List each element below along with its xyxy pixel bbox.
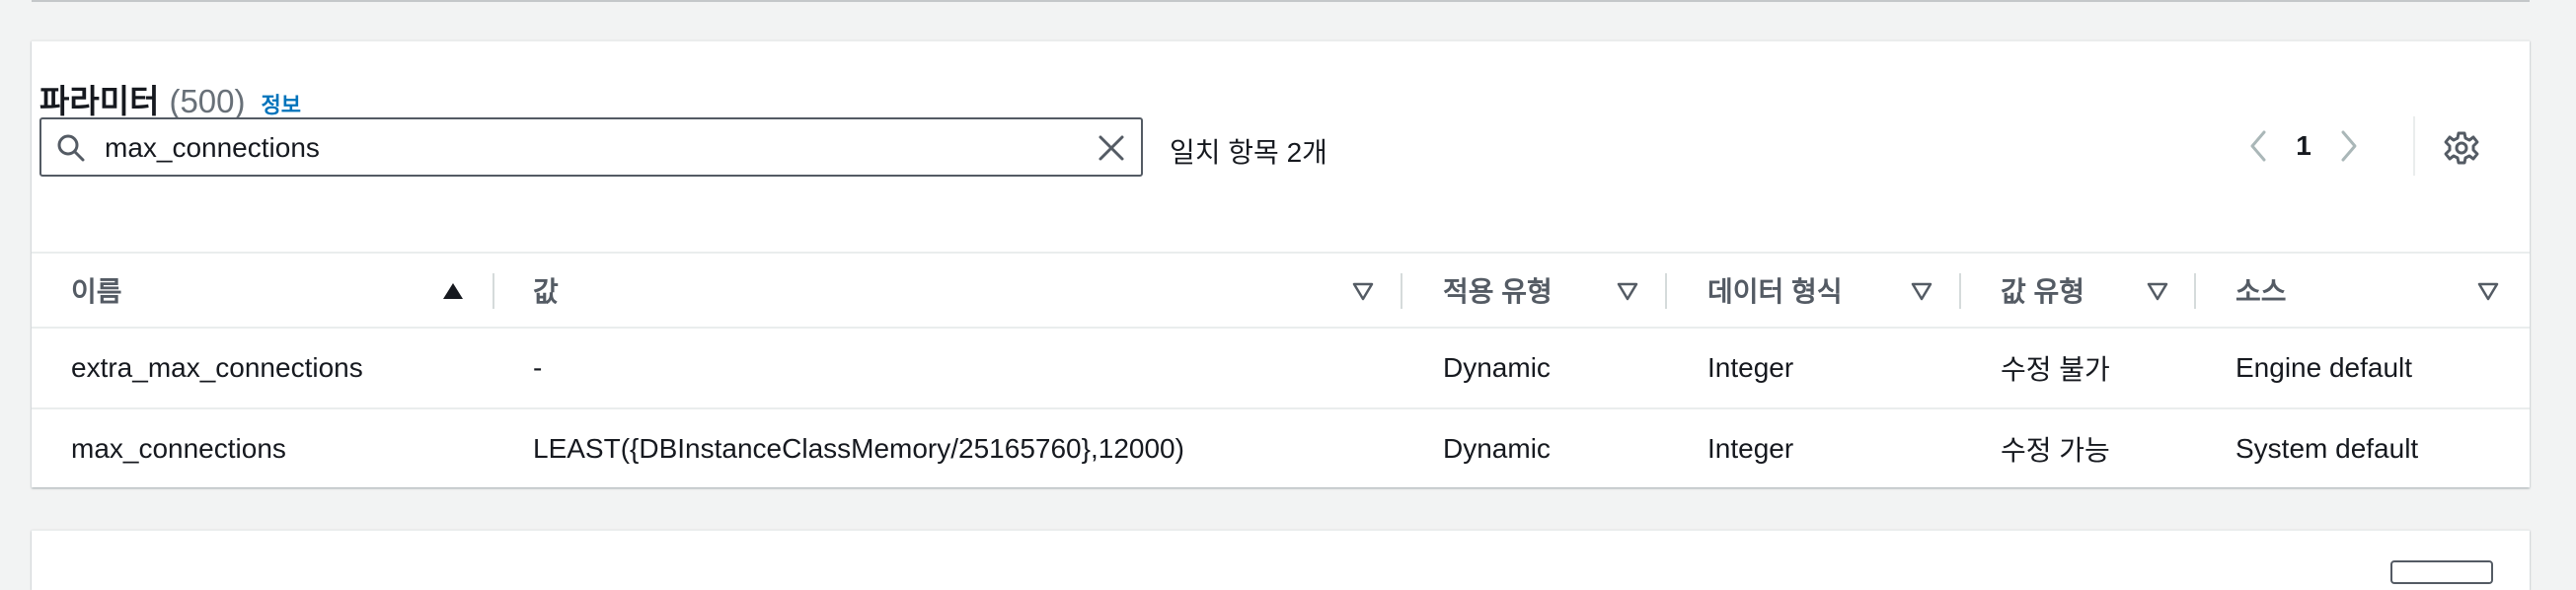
column-header-apply-type[interactable]: 적용 유형 — [1443, 254, 1553, 327]
column-divider[interactable] — [1401, 273, 1402, 309]
previous-page-button[interactable] — [2238, 122, 2278, 170]
chevron-left-icon — [2250, 130, 2266, 162]
column-header-value-type[interactable]: 값 유형 — [2001, 254, 2084, 327]
sort-toggle-icon[interactable] — [1352, 280, 1374, 302]
cell-data-type: Integer — [1707, 433, 1794, 464]
info-link[interactable]: 정보 — [262, 88, 301, 119]
chevron-right-icon — [2341, 130, 2357, 162]
sort-toggle-icon[interactable] — [2477, 280, 2499, 302]
column-header-data-type[interactable]: 데이터 형식 — [1707, 254, 1843, 327]
table-row[interactable]: max_connections LEAST({DBInstanceClassMe… — [32, 409, 2530, 488]
toolbar-divider — [2413, 116, 2415, 176]
column-header-source[interactable]: 소스 — [2235, 254, 2287, 327]
search-input[interactable]: max_connections — [39, 117, 1143, 177]
sort-toggle-icon[interactable] — [1617, 280, 1638, 302]
sort-toggle-icon[interactable] — [2147, 280, 2168, 302]
column-divider[interactable] — [1665, 273, 1667, 309]
current-page-number[interactable]: 1 — [2278, 130, 2329, 162]
table-header: 이름 값 적용 유형 데이터 형식 값 유형 소스 — [32, 252, 2530, 329]
next-page-button[interactable] — [2329, 122, 2369, 170]
cell-value: - — [533, 352, 543, 383]
cell-value-type: 수정 가능 — [2001, 435, 2110, 466]
cell-apply-type: Dynamic — [1443, 433, 1551, 464]
cell-name: extra_max_connections — [71, 352, 363, 383]
close-icon[interactable] — [1096, 132, 1127, 164]
cell-value: LEAST({DBInstanceClassMemory/25165760},1… — [533, 433, 1184, 464]
parameter-count: (500) — [169, 83, 246, 119]
pagination: 1 — [2238, 116, 2369, 176]
column-header-value[interactable]: 값 — [533, 254, 559, 327]
column-divider[interactable] — [492, 273, 494, 309]
column-divider[interactable] — [1959, 273, 1961, 309]
sort-ascending-icon[interactable] — [442, 280, 464, 302]
page-title: 파라미터 — [39, 83, 160, 119]
panel-header: 파라미터 (500) 정보 — [39, 75, 301, 122]
cell-source: Engine default — [2235, 352, 2413, 383]
gear-icon[interactable] — [2443, 129, 2480, 167]
search-icon — [57, 134, 85, 162]
cell-apply-type: Dynamic — [1443, 352, 1551, 383]
column-divider[interactable] — [2194, 273, 2196, 309]
sort-toggle-icon[interactable] — [1911, 280, 1932, 302]
cell-name: max_connections — [71, 433, 286, 464]
cell-value-type: 수정 불가 — [2001, 354, 2110, 385]
next-panel — [32, 530, 2530, 590]
cell-data-type: Integer — [1707, 352, 1794, 383]
column-header-name[interactable]: 이름 — [71, 254, 122, 327]
search-value[interactable]: max_connections — [105, 132, 320, 164]
match-count: 일치 항목 2개 — [1170, 137, 1327, 168]
table-row[interactable]: extra_max_connections - Dynamic Integer … — [32, 329, 2530, 409]
previous-panel-edge — [32, 0, 2530, 2]
cell-source: System default — [2235, 433, 2419, 464]
